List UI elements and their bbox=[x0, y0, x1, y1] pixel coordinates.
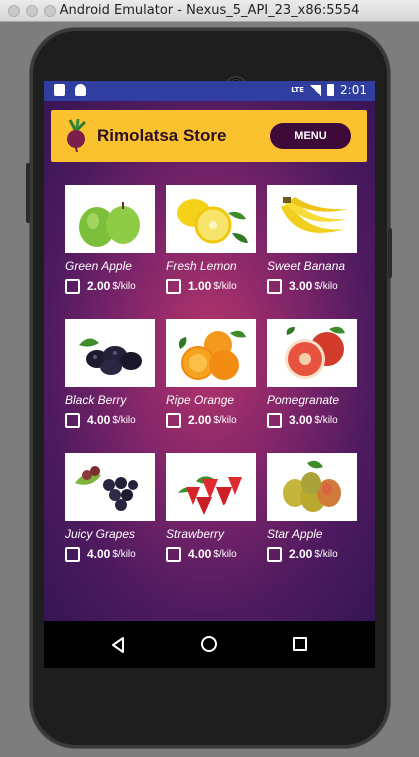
product-price: 3.00 bbox=[289, 413, 313, 427]
network-type-label: LTE bbox=[291, 86, 305, 94]
window-title: Android Emulator - Nexus_5_API_23_x86:55… bbox=[59, 3, 360, 18]
blackberry-image[interactable] bbox=[65, 319, 155, 387]
price-unit: $/kilo bbox=[314, 280, 338, 292]
product-price: 4.00 bbox=[87, 413, 111, 427]
window-controls[interactable] bbox=[8, 5, 56, 17]
price-unit: $/kilo bbox=[314, 548, 338, 560]
minimize-window-button[interactable] bbox=[26, 5, 38, 17]
select-checkbox[interactable] bbox=[166, 546, 181, 562]
product-name: Pomegranate bbox=[267, 393, 340, 407]
price-unit: $/kilo bbox=[213, 280, 237, 292]
select-checkbox[interactable] bbox=[267, 412, 282, 428]
price-unit: $/kilo bbox=[112, 414, 136, 426]
banana-image[interactable] bbox=[267, 185, 357, 253]
select-checkbox[interactable] bbox=[166, 412, 181, 428]
device-screen: LTE 2:01 Rimolatsa Store MENU Green Appl… bbox=[44, 81, 375, 668]
product-price: 4.00 bbox=[188, 547, 212, 561]
product-name: Black Berry bbox=[65, 393, 127, 407]
price-unit: $/kilo bbox=[112, 548, 136, 560]
power-button[interactable] bbox=[388, 228, 392, 278]
sd-card-icon bbox=[54, 84, 65, 96]
strawberry-image[interactable] bbox=[166, 453, 256, 521]
grapes-image[interactable] bbox=[65, 453, 155, 521]
status-clock: 2:01 bbox=[340, 83, 367, 97]
green-apple-image[interactable] bbox=[65, 185, 155, 253]
battery-icon bbox=[327, 84, 335, 96]
product-name: Strawberry bbox=[166, 527, 225, 541]
select-checkbox[interactable] bbox=[65, 546, 80, 562]
product-name: Ripe Orange bbox=[166, 393, 235, 407]
emulator-titlebar: Android Emulator - Nexus_5_API_23_x86:55… bbox=[0, 0, 419, 22]
lemon-image[interactable] bbox=[166, 185, 256, 253]
product-price: 3.00 bbox=[289, 279, 313, 293]
price-unit: $/kilo bbox=[213, 414, 237, 426]
select-checkbox[interactable] bbox=[267, 546, 282, 562]
select-checkbox[interactable] bbox=[166, 278, 181, 294]
signal-icon bbox=[310, 84, 322, 96]
product-name: Green Apple bbox=[65, 259, 132, 273]
product-name: Star Apple bbox=[267, 527, 323, 541]
status-bar: LTE 2:01 bbox=[44, 81, 375, 101]
close-window-button[interactable] bbox=[8, 5, 20, 17]
product-price: 2.00 bbox=[188, 413, 212, 427]
navigation-bar bbox=[44, 621, 375, 668]
product-price: 2.00 bbox=[289, 547, 313, 561]
select-checkbox[interactable] bbox=[65, 412, 80, 428]
product-grid: Green Apple 2.00 $/kilo Fresh Lemon 1.00 $… bbox=[44, 101, 375, 621]
price-unit: $/kilo bbox=[314, 414, 338, 426]
pomegranate-image[interactable] bbox=[267, 319, 357, 387]
select-checkbox[interactable] bbox=[65, 278, 80, 294]
back-icon[interactable] bbox=[110, 636, 126, 654]
home-icon[interactable] bbox=[201, 636, 217, 652]
product-price: 4.00 bbox=[87, 547, 111, 561]
product-name: Juicy Grapes bbox=[65, 527, 136, 541]
price-unit: $/kilo bbox=[112, 280, 136, 292]
zoom-window-button[interactable] bbox=[44, 5, 56, 17]
product-name: Fresh Lemon bbox=[166, 259, 237, 273]
store-app: Rimolatsa Store MENU Green Apple 2.00 $/k… bbox=[44, 101, 375, 621]
android-debug-icon bbox=[75, 84, 86, 96]
product-price: 1.00 bbox=[188, 279, 212, 293]
select-checkbox[interactable] bbox=[267, 278, 282, 294]
product-name: Sweet Banana bbox=[267, 259, 346, 273]
star-apple-image[interactable] bbox=[267, 453, 357, 521]
orange-image[interactable] bbox=[166, 319, 256, 387]
product-price: 2.00 bbox=[87, 279, 111, 293]
volume-button[interactable] bbox=[26, 163, 30, 223]
price-unit: $/kilo bbox=[213, 548, 237, 560]
recent-apps-icon[interactable] bbox=[293, 637, 307, 651]
